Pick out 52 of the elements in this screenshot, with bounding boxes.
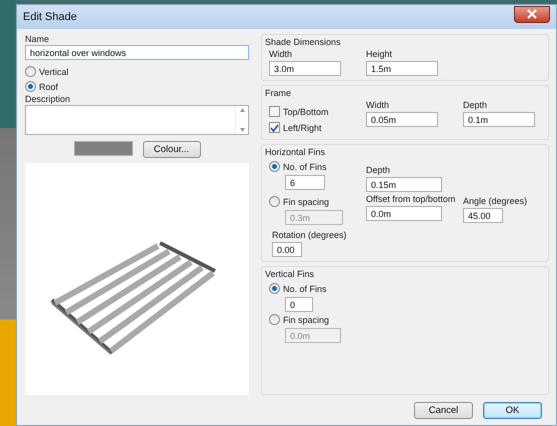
- radio-label[interactable]: No. of Fins: [283, 162, 327, 172]
- radio-label[interactable]: Fin spacing: [283, 196, 330, 206]
- window-title: Edit Shade: [23, 11, 77, 23]
- colour-button[interactable]: Colour...: [142, 141, 200, 158]
- colour-swatch: [74, 141, 132, 156]
- checkbox-label[interactable]: Left/Right: [283, 122, 322, 132]
- input-field[interactable]: 6: [285, 175, 325, 190]
- name-field[interactable]: horizontal over windows: [25, 45, 249, 60]
- radio-button[interactable]: [269, 196, 280, 207]
- field-label: Height: [366, 49, 394, 60]
- input-field[interactable]: 0.1m: [463, 112, 535, 127]
- radio-button[interactable]: [25, 81, 36, 92]
- field-label: Rotation (degrees): [272, 230, 348, 241]
- field-label: Angle (degrees): [463, 196, 528, 207]
- group-title: Shade Dimensions: [265, 37, 342, 48]
- check-icon: [270, 124, 279, 132]
- checkbox[interactable]: [269, 106, 280, 117]
- input-field[interactable]: 1.5m: [366, 61, 438, 76]
- field-label: Name: [25, 34, 50, 45]
- radio-label[interactable]: No. of Fins: [283, 284, 327, 294]
- input-field[interactable]: 45.00: [463, 208, 503, 223]
- radio-label[interactable]: Fin spacing: [283, 314, 330, 324]
- group-title: Vertical Fins: [265, 269, 316, 280]
- field-label: Width: [269, 49, 294, 60]
- group-title: Frame: [265, 88, 292, 99]
- group-title: Horizontal Fins: [265, 147, 326, 158]
- scroll-down-icon: [240, 128, 244, 132]
- input-field[interactable]: 3.0m: [269, 61, 341, 76]
- input-field[interactable]: 0: [285, 297, 313, 312]
- scroll-up-icon: [240, 108, 244, 112]
- input-field[interactable]: 0.00: [272, 242, 302, 257]
- input-field[interactable]: 0.0m: [366, 206, 442, 221]
- checkbox-label[interactable]: Top/Bottom: [283, 106, 329, 116]
- radio-button[interactable]: [269, 283, 280, 294]
- radio-label[interactable]: Vertical: [39, 66, 69, 76]
- description-field[interactable]: [25, 105, 249, 135]
- radio-button[interactable]: [25, 66, 36, 77]
- field-label: Offset from top/bottom: [366, 194, 456, 205]
- radio-button[interactable]: [269, 314, 280, 325]
- cancel-button[interactable]: Cancel: [414, 402, 473, 419]
- field-label: Depth: [463, 100, 488, 111]
- input-field[interactable]: 0.05m: [366, 112, 438, 127]
- ok-button[interactable]: OK: [483, 402, 542, 419]
- checkbox[interactable]: [269, 122, 280, 133]
- input-field[interactable]: 0.15m: [366, 177, 442, 192]
- close-icon: [526, 9, 538, 19]
- radio-button[interactable]: [269, 161, 280, 172]
- radio-label[interactable]: Roof: [39, 82, 58, 92]
- field-label: Width: [366, 100, 390, 111]
- close-button[interactable]: [514, 6, 550, 22]
- field-label: Description: [25, 94, 72, 105]
- field-label: Depth: [366, 165, 392, 176]
